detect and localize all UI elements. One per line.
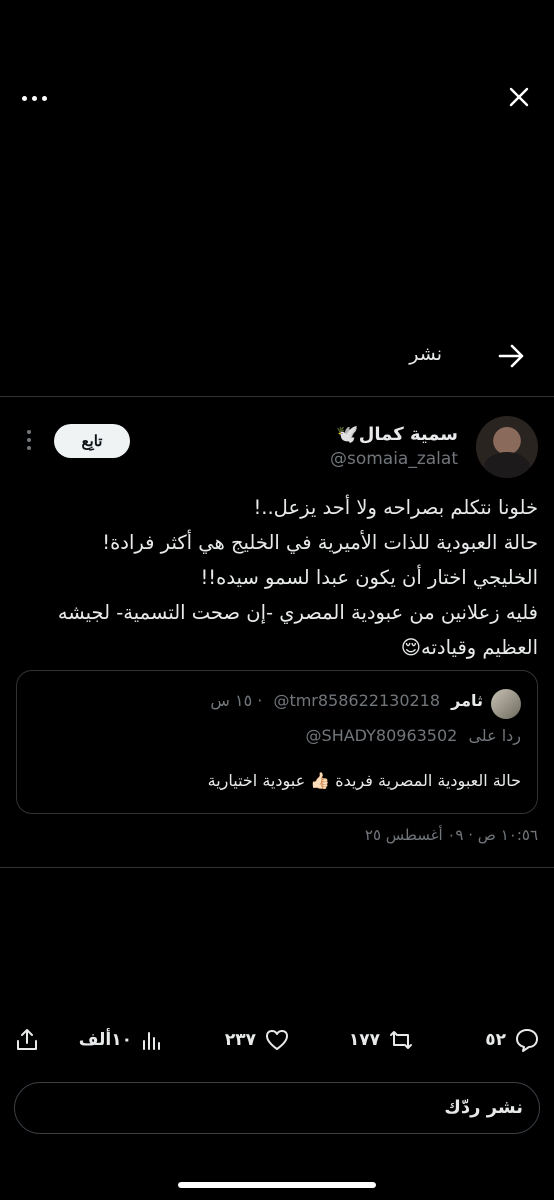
more-vertical-icon[interactable] [27,430,33,452]
quoted-tweet[interactable]: ثامر @tmr858622130218 · ١٥ س ردا على @SH… [16,670,538,814]
more-options-icon[interactable] [22,86,48,110]
tweet-line: العظيم وقيادته😌 [400,636,538,659]
views-icon [143,1032,160,1050]
views-count: ١٠ألف [78,1030,132,1050]
repost-count: ١٧٧ [348,1030,380,1050]
avatar[interactable] [476,416,538,478]
tweet-line: حالة العبودية للذات الأميرية في الخليج ه… [102,531,538,554]
quoted-header: ثامر @tmr858622130218 · ١٥ س [210,691,483,710]
heart-icon [266,1030,288,1050]
tweet-text: خلونا نتكلم بصراحه ولا أحد يزعل..! حالة … [18,490,538,665]
quoted-handle: @tmr858622130218 [273,691,441,710]
close-icon[interactable] [508,86,530,108]
repost-action[interactable]: ١٧٧ [349,1024,414,1056]
arrow-right-icon[interactable] [498,343,526,369]
home-indicator[interactable] [178,1182,376,1188]
display-name[interactable]: سمية كمال🕊️ [336,424,458,445]
quoted-name: ثامر [451,691,483,710]
like-action[interactable]: ٢٣٧ [225,1024,290,1056]
comment-icon [516,1029,538,1052]
follow-button[interactable]: تابِع [54,424,130,458]
divider [0,396,554,397]
reply-handle: @SHADY80963502 [305,726,458,745]
quoted-reply-to: ردا على @SHADY80963502 [306,726,521,745]
reply-placeholder: نشر ردّك [444,1097,523,1118]
repost-icon [390,1031,412,1049]
repost-label[interactable]: نشر [409,343,442,365]
quoted-avatar [491,689,521,719]
tweet-line: فليه زعلانين من عبودية المصري -إن صحت ال… [57,601,538,624]
divider [0,867,554,868]
like-count: ٢٣٧ [224,1030,256,1050]
tweet-line: الخليجي اختار أن يكون عبدا لسمو سيده!! [200,566,538,589]
share-action[interactable] [14,1024,40,1056]
reply-action[interactable]: ٥٢ [485,1024,540,1056]
tweet-timestamp: ١٠:٥٦ ص · ٠٩ أغسطس ٢٥ [364,826,538,844]
share-icon [17,1029,37,1050]
reply-prefix: ردا على [468,726,521,745]
quoted-text: حالة العبودية المصرية فريدة 👍🏻 عبودية اخ… [207,771,521,790]
reply-input[interactable]: نشر ردّك [14,1082,540,1134]
tweet-line: خلونا نتكلم بصراحه ولا أحد يزعل..! [253,496,538,519]
user-handle[interactable]: @somaia_zalat [330,449,458,469]
quoted-time: · ١٥ س [210,691,263,710]
reply-count: ٥٢ [485,1030,506,1050]
views-action[interactable]: ١٠ألف [79,1024,164,1056]
